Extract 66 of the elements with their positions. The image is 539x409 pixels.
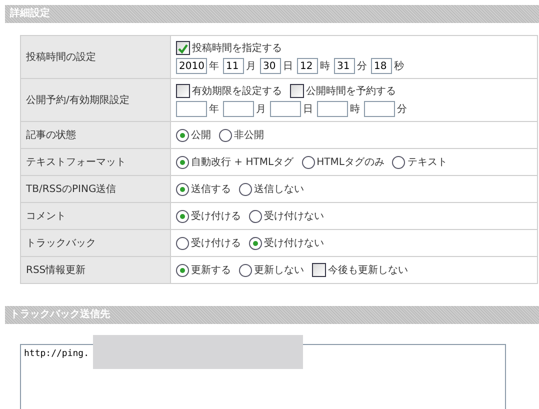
radio-button[interactable] bbox=[392, 156, 406, 168]
radio-label[interactable]: テキスト bbox=[407, 154, 448, 170]
input-field[interactable]: 31 bbox=[334, 58, 355, 74]
radio-label[interactable]: 受け付けない bbox=[264, 208, 324, 224]
radio-label[interactable]: 自動改行 + HTMLタグ bbox=[191, 154, 294, 170]
section-header: トラックバック送信先 bbox=[5, 306, 539, 324]
unit-label: 分 bbox=[397, 102, 407, 116]
input-field[interactable]: 18 bbox=[371, 58, 392, 74]
radio-button[interactable] bbox=[249, 236, 262, 250]
input-field[interactable] bbox=[176, 101, 207, 117]
setting-label: テキストフォーマット bbox=[20, 148, 170, 176]
checkbox[interactable] bbox=[290, 84, 304, 98]
radio-button[interactable] bbox=[176, 236, 189, 250]
checkbox[interactable] bbox=[176, 84, 190, 98]
radio-button[interactable] bbox=[219, 128, 232, 142]
unit-label: 時 bbox=[350, 102, 360, 116]
radio-label[interactable]: HTMLタグのみ bbox=[316, 154, 384, 170]
unit-label: 時 bbox=[320, 60, 330, 74]
unit-label: 秒 bbox=[394, 60, 404, 74]
radio-label[interactable]: 送信しない bbox=[254, 182, 304, 196]
radio-button[interactable] bbox=[176, 128, 189, 142]
input-field[interactable]: 30 bbox=[260, 58, 281, 74]
setting-label: 記事の状態 bbox=[20, 122, 170, 148]
input-field[interactable] bbox=[270, 101, 301, 117]
setting-label: トラックバック bbox=[20, 230, 170, 256]
unit-label: 年 bbox=[209, 60, 219, 74]
checkbox[interactable] bbox=[176, 41, 190, 55]
radio-label[interactable]: 公開 bbox=[191, 128, 211, 142]
checkbox[interactable] bbox=[312, 263, 326, 277]
radio-label[interactable]: 非公開 bbox=[234, 128, 264, 142]
radio-label[interactable]: 受け付けない bbox=[264, 236, 324, 250]
input-field[interactable]: 2010 bbox=[176, 58, 207, 74]
unit-label: 日 bbox=[303, 102, 313, 116]
radio-button[interactable] bbox=[176, 156, 189, 168]
checkbox-label[interactable]: 今後も更新しない bbox=[328, 262, 408, 278]
radio-button[interactable] bbox=[239, 264, 252, 276]
input-field[interactable] bbox=[223, 101, 254, 117]
radio-label[interactable]: 送信する bbox=[191, 182, 231, 196]
radio-label[interactable]: 更新しない bbox=[254, 262, 304, 278]
radio-label[interactable]: 更新する bbox=[191, 262, 231, 278]
radio-button[interactable] bbox=[302, 156, 315, 168]
radio-label[interactable]: 受け付ける bbox=[191, 236, 241, 250]
section-header: 詳細設定 bbox=[5, 5, 539, 23]
unit-label: 分 bbox=[357, 60, 367, 74]
unit-label: 日 bbox=[283, 60, 293, 74]
radio-label[interactable]: 受け付ける bbox=[191, 208, 241, 224]
setting-label: 公開予約/有効期限設定 bbox=[20, 78, 170, 122]
input-field[interactable]: 11 bbox=[223, 58, 244, 74]
radio-button[interactable] bbox=[176, 210, 189, 222]
checkbox-label[interactable]: 投稿時間を指定する bbox=[192, 40, 282, 56]
unit-label: 月 bbox=[256, 102, 266, 116]
radio-button[interactable] bbox=[249, 210, 262, 222]
setting-label: RSS情報更新 bbox=[20, 256, 170, 284]
checkbox-label[interactable]: 有効期限を設定する bbox=[192, 84, 282, 98]
unit-label: 年 bbox=[209, 102, 219, 116]
radio-button[interactable] bbox=[239, 182, 252, 196]
unit-label: 月 bbox=[246, 60, 256, 74]
setting-label: 投稿時間の設定 bbox=[20, 36, 170, 78]
radio-button[interactable] bbox=[176, 182, 189, 196]
setting-label: TB/RSSのPING送信 bbox=[20, 176, 170, 202]
input-field[interactable] bbox=[364, 101, 395, 117]
radio-button[interactable] bbox=[176, 264, 189, 276]
setting-label: コメント bbox=[20, 202, 170, 230]
checkbox-label[interactable]: 公開時間を予約する bbox=[306, 84, 396, 98]
input-field[interactable] bbox=[317, 101, 348, 117]
input-field[interactable]: 12 bbox=[297, 58, 318, 74]
